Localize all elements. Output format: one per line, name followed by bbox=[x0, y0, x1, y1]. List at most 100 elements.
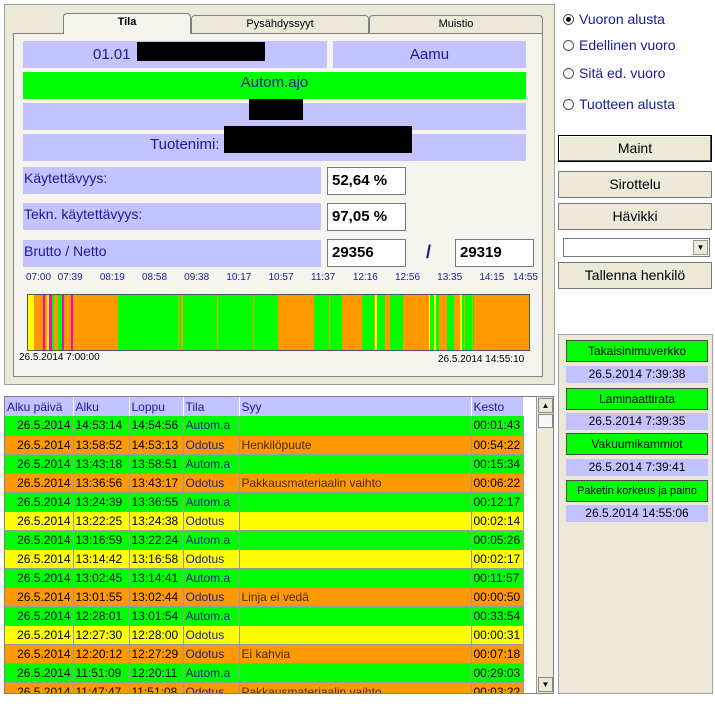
save-person-button[interactable]: Tallenna henkilö bbox=[558, 262, 712, 289]
timeline-segment bbox=[464, 295, 472, 350]
timeline-tick-label: 14:15 bbox=[479, 272, 505, 283]
timeline-segment bbox=[438, 295, 447, 350]
availability-value: 52,64 % bbox=[327, 167, 406, 195]
cell-end: 13:43:17 bbox=[129, 473, 184, 493]
column-header[interactable]: Kesto bbox=[471, 397, 524, 416]
table-row[interactable]: 26.5.2014 13:16:59 13:22:24 Autom.a 00:05:26 bbox=[5, 530, 524, 550]
column-header[interactable]: Syy bbox=[239, 397, 472, 416]
timeline-segment bbox=[64, 295, 72, 350]
table-row[interactable]: 26.5.2014 13:02:45 13:14:41 Autom.a 00:11:57 bbox=[5, 568, 524, 588]
scroll-down-icon[interactable]: ▼ bbox=[538, 677, 553, 692]
cell-start: 13:43:18 bbox=[73, 454, 130, 474]
date-text: 01.01 bbox=[93, 46, 131, 63]
cell-duration: 00:29:03 bbox=[471, 663, 524, 683]
cell-duration: 00:00:31 bbox=[471, 625, 524, 645]
cell-start-date: 26.5.2014 bbox=[5, 587, 74, 607]
timeline-start-date: 26.5.2014 7:00:00 bbox=[19, 352, 100, 363]
cell-state: Odotus bbox=[183, 644, 240, 664]
timeline-segment bbox=[376, 295, 385, 350]
cell-start-date: 26.5.2014 bbox=[5, 644, 74, 664]
cell-duration: 00:06:22 bbox=[471, 473, 524, 493]
cell-state: Odotus bbox=[183, 511, 240, 531]
cell-start-date: 26.5.2014 bbox=[5, 511, 74, 531]
person-select[interactable]: ▼ bbox=[563, 238, 710, 257]
cell-end: 13:22:24 bbox=[129, 530, 184, 550]
table-row[interactable]: 26.5.2014 13:43:18 13:58:51 Autom.a 00:15:34 bbox=[5, 454, 524, 474]
table-row[interactable]: 26.5.2014 13:14:42 13:16:58 Odotus 00:02:17 bbox=[5, 549, 524, 569]
radio-dot bbox=[563, 39, 574, 51]
cell-end: 13:58:51 bbox=[129, 454, 184, 474]
cell-duration: 00:15:34 bbox=[471, 454, 524, 474]
table-row[interactable]: 26.5.2014 12:28:01 13:01:54 Autom.a 00:33:54 bbox=[5, 606, 524, 626]
timeline-segment bbox=[183, 295, 218, 350]
net-value: 29319 bbox=[455, 239, 534, 267]
table-row[interactable]: 26.5.2014 14:53:14 14:54:56 Autom.a 00:01:43 bbox=[5, 416, 524, 436]
station-laminaattirata[interactable]: Laminaattirata bbox=[566, 388, 708, 410]
timeline-segment bbox=[118, 295, 179, 350]
maint-button[interactable]: Maint bbox=[558, 135, 712, 162]
redacted-block bbox=[249, 100, 303, 120]
table-scrollbar[interactable]: ▲ ▼ bbox=[536, 397, 553, 693]
gross-value: 29356 bbox=[327, 239, 406, 267]
chevron-down-icon[interactable]: ▼ bbox=[693, 240, 708, 255]
radio-before-previous[interactable]: Sitä ed. vuoro bbox=[563, 63, 665, 83]
cell-state: Autom.a bbox=[183, 568, 240, 588]
table-row[interactable]: 26.5.2014 12:27:30 12:28:00 Odotus 00:00:31 bbox=[5, 625, 524, 645]
cell-reason bbox=[239, 625, 472, 645]
cell-start: 13:01:55 bbox=[73, 587, 130, 607]
table-row[interactable]: 26.5.2014 13:24:39 13:36:55 Autom.a 00:12:17 bbox=[5, 492, 524, 512]
timeline-tick-label: 10:57 bbox=[268, 272, 294, 283]
cell-duration: 00:33:54 bbox=[471, 606, 524, 626]
table-row[interactable]: 26.5.2014 13:01:55 13:02:44 Odotus Linja ei … bbox=[5, 587, 524, 607]
radio-product-start[interactable]: Tuotteen alusta bbox=[563, 94, 675, 114]
cell-duration: 00:02:14 bbox=[471, 511, 524, 531]
cell-start-date: 26.5.2014 bbox=[5, 492, 74, 512]
radio-previous-shift[interactable]: Edellinen vuoro bbox=[563, 35, 676, 55]
cell-duration: 00:54:22 bbox=[471, 435, 524, 455]
cell-start: 13:02:45 bbox=[73, 568, 130, 588]
table-row[interactable]: 26.5.2014 11:51:09 12:20:11 Autom.a 00:29:03 bbox=[5, 663, 524, 683]
timeline-tick-label: 07:39 bbox=[57, 272, 83, 283]
tab-tila[interactable]: Tila bbox=[63, 13, 191, 34]
sirottelu-button[interactable]: Sirottelu bbox=[558, 171, 712, 198]
cell-start-date: 26.5.2014 bbox=[5, 530, 74, 550]
havikki-button[interactable]: Hävikki bbox=[558, 203, 712, 230]
column-header[interactable]: Loppu bbox=[129, 397, 184, 416]
scroll-thumb[interactable] bbox=[538, 414, 553, 428]
table-row[interactable]: 26.5.2014 13:58:52 14:53:13 Odotus Henkilöpu… bbox=[5, 435, 524, 455]
column-header[interactable]: Alku päivä bbox=[5, 397, 74, 416]
timeline-segment bbox=[341, 295, 362, 350]
product-label: Tuotenimi: bbox=[150, 136, 220, 153]
timeline-segment bbox=[446, 295, 454, 350]
radio-dot bbox=[563, 67, 574, 79]
column-header[interactable]: Alku bbox=[73, 397, 130, 416]
table-row[interactable]: 26.5.2014 12:20:12 12:27:29 Odotus Ei kahvia… bbox=[5, 644, 524, 664]
redacted-block bbox=[137, 42, 265, 61]
cell-duration: 00:00:50 bbox=[471, 587, 524, 607]
cell-duration: 00:12:17 bbox=[471, 492, 524, 512]
cell-start-date: 26.5.2014 bbox=[5, 416, 74, 436]
radio-dot bbox=[563, 98, 574, 110]
radio-label: Vuoron alusta bbox=[579, 11, 665, 27]
tab-muistio[interactable]: Muistio bbox=[369, 15, 543, 33]
cell-start: 11:47:47 bbox=[73, 682, 130, 693]
mode-bar: Autom.ajo bbox=[23, 72, 526, 99]
tab-pysahdyssyyt[interactable]: Pysähdyssyyt bbox=[191, 15, 369, 33]
timeline-segment bbox=[329, 295, 342, 350]
tech-availability-value: 97,05 % bbox=[327, 203, 406, 231]
station-takaisinimuverkko[interactable]: Takaisinimuverkko bbox=[566, 340, 708, 362]
cell-duration: 00:05:26 bbox=[471, 530, 524, 550]
station-time: 26.5.2014 7:39:38 bbox=[566, 366, 708, 383]
cell-end: 13:01:54 bbox=[129, 606, 184, 626]
table-row[interactable]: 26.5.2014 13:22:25 13:24:38 Odotus 00:02:14 bbox=[5, 511, 524, 531]
radio-dot bbox=[563, 13, 574, 25]
cell-state: Odotus bbox=[183, 435, 240, 455]
station-time: 26.5.2014 7:39:35 bbox=[566, 413, 708, 430]
scroll-up-icon[interactable]: ▲ bbox=[538, 398, 553, 413]
table-row[interactable]: 26.5.2014 13:36:56 13:43:17 Odotus Pakkausma… bbox=[5, 473, 524, 493]
table-row[interactable]: 26.5.2014 11:47:47 11:51:08 Odotus Pakkausma… bbox=[5, 682, 524, 693]
station-vakuumikammiot[interactable]: Vakuumikammiot bbox=[566, 433, 708, 455]
radio-shift-start[interactable]: Vuoron alusta bbox=[563, 9, 665, 29]
station-paketin-korkeus[interactable]: Paketin korkeus ja paino bbox=[566, 480, 708, 502]
column-header[interactable]: Tila bbox=[183, 397, 240, 416]
